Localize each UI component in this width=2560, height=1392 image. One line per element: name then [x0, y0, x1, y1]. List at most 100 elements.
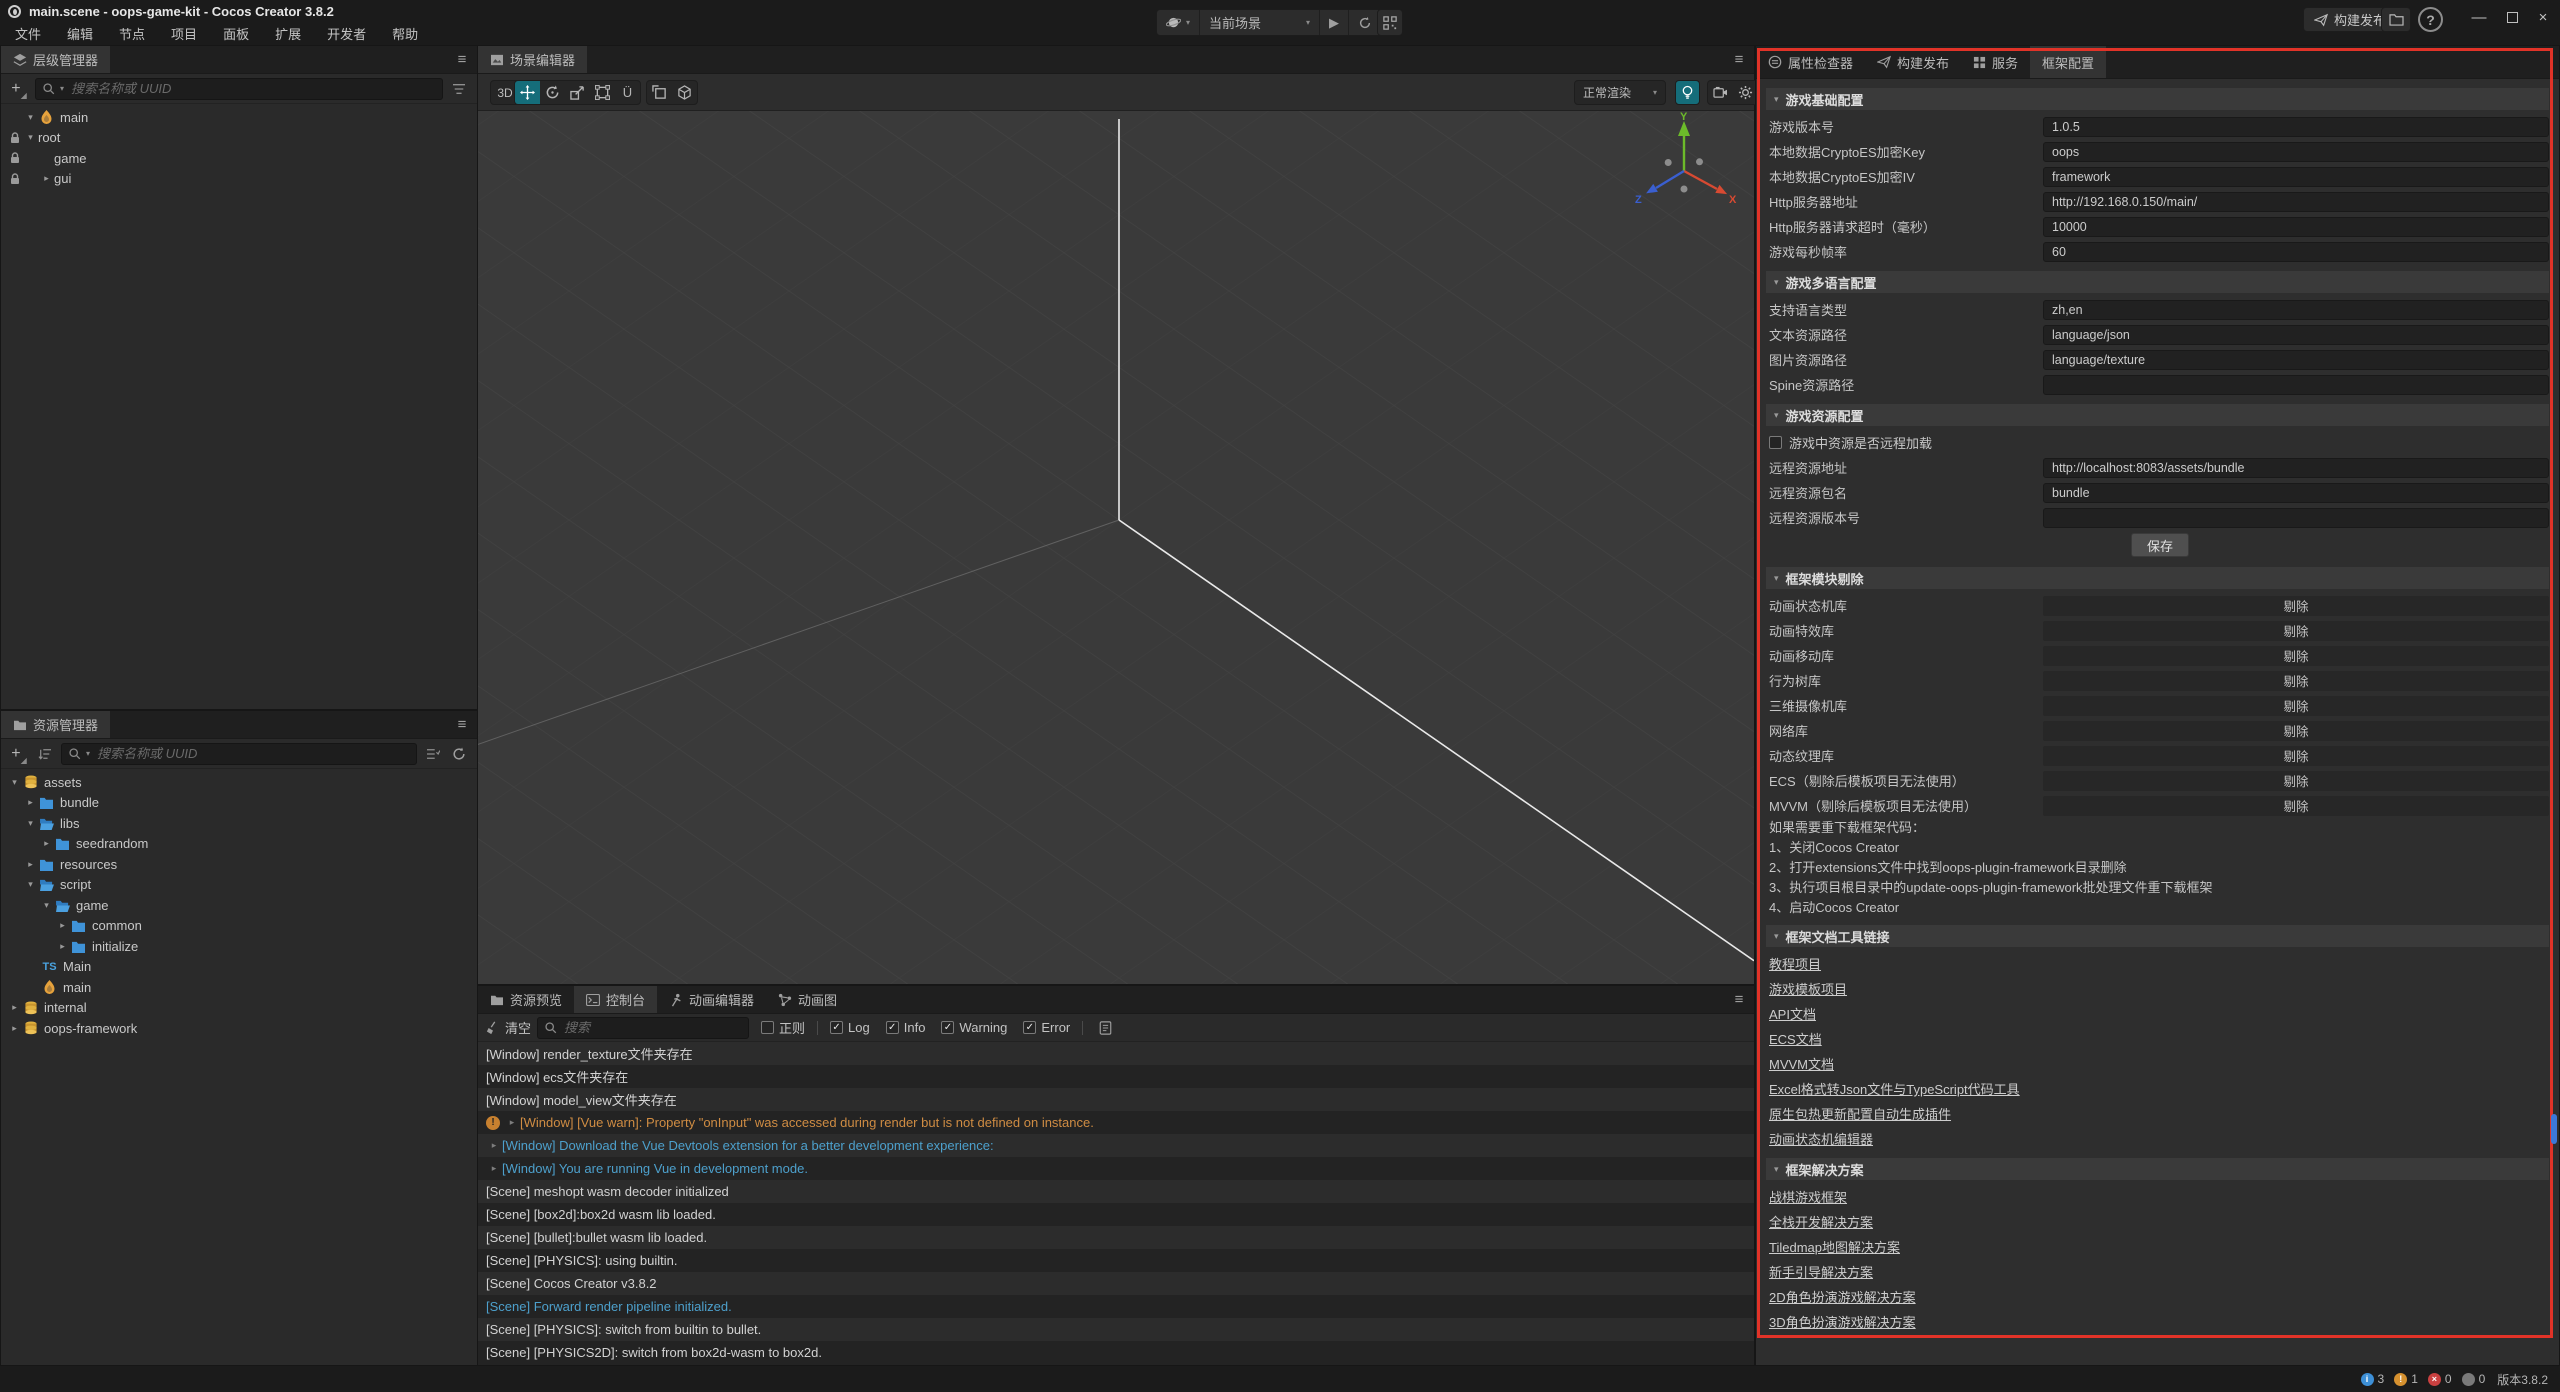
filter-warning[interactable]: Warning: [941, 1020, 1007, 1035]
status-info-counter[interactable]: i3: [2361, 1372, 2385, 1386]
menu-item-编辑[interactable]: 编辑: [54, 22, 106, 45]
scale-tool-button[interactable]: [565, 81, 590, 104]
expander-icon[interactable]: ▸: [23, 797, 38, 808]
scene-select[interactable]: 当前场景 ▾: [1200, 10, 1320, 35]
expander-icon[interactable]: ▾: [7, 777, 22, 788]
doc-link[interactable]: 2D角色扮演游戏解决方案: [1769, 1287, 1916, 1306]
tab-构建发布[interactable]: 构建发布: [1865, 46, 1961, 78]
remove-module-button[interactable]: 剔除: [2043, 646, 2549, 666]
expander-icon[interactable]: ▸: [39, 838, 54, 849]
asset-node[interactable]: ▸resources: [1, 854, 477, 875]
hierarchy-node[interactable]: game: [1, 148, 477, 169]
doc-link[interactable]: 教程项目: [1769, 954, 1821, 973]
menu-item-帮助[interactable]: 帮助: [379, 22, 431, 45]
expander-icon[interactable]: ▸: [39, 173, 54, 184]
remove-module-button[interactable]: 剔除: [2043, 721, 2549, 741]
add-node-button[interactable]: +◢: [9, 78, 29, 100]
doc-link[interactable]: Tiledmap地图解决方案: [1769, 1237, 1900, 1256]
tab-属性检查器[interactable]: 属性检查器: [1756, 46, 1865, 78]
field-input-游戏版本号[interactable]: [2043, 117, 2549, 137]
expander-icon[interactable]: ▸: [7, 1023, 22, 1034]
status-error-counter[interactable]: ×0: [2428, 1372, 2452, 1386]
doc-link[interactable]: 新手引导解决方案: [1769, 1262, 1873, 1281]
assets-menu-button[interactable]: ≡: [447, 711, 477, 738]
filter-log[interactable]: Log: [830, 1020, 870, 1035]
section-header[interactable]: ▾框架解决方案: [1766, 1158, 2549, 1180]
asset-node[interactable]: ▸bundle: [1, 793, 477, 814]
help-button[interactable]: ?: [2418, 7, 2443, 32]
field-input-本地数据CryptoES加密Key[interactable]: [2043, 142, 2549, 162]
close-button[interactable]: ×: [2530, 4, 2556, 30]
section-header[interactable]: ▾游戏多语言配置: [1766, 271, 2549, 293]
doc-link[interactable]: API文档: [1769, 1004, 1816, 1023]
expander-icon[interactable]: ▾: [39, 900, 54, 911]
doc-link[interactable]: 动画状态机编辑器: [1769, 1129, 1873, 1148]
remove-module-button[interactable]: 剔除: [2043, 671, 2549, 691]
asset-node[interactable]: main: [1, 977, 477, 998]
menu-item-文件[interactable]: 文件: [2, 22, 54, 45]
doc-link[interactable]: 原生包热更新配置自动生成插件: [1769, 1104, 1951, 1123]
expander-icon[interactable]: ▸: [55, 941, 70, 952]
field-input-Http服务器地址[interactable]: [2043, 192, 2549, 212]
expander-icon[interactable]: ▸: [7, 1002, 22, 1013]
doc-link[interactable]: 3D角色扮演游戏解决方案: [1769, 1312, 1916, 1331]
field-input-本地数据CryptoES加密IV[interactable]: [2043, 167, 2549, 187]
scene-camera-button[interactable]: [1708, 81, 1733, 104]
remove-module-button[interactable]: 剔除: [2043, 596, 2549, 616]
minimize-button[interactable]: —: [2466, 4, 2492, 30]
inspector-scrollbar-thumb[interactable]: [2551, 1114, 2557, 1144]
asset-node[interactable]: ▾game: [1, 895, 477, 916]
asset-node[interactable]: ▸initialize: [1, 936, 477, 957]
axis-gizmo[interactable]: Y X Z: [1624, 111, 1744, 231]
open-folder-button[interactable]: [2381, 7, 2411, 32]
doc-link[interactable]: ECS文档: [1769, 1029, 1822, 1048]
maximize-button[interactable]: [2499, 4, 2525, 30]
expander-icon[interactable]: ▾: [23, 879, 38, 890]
field-input-支持语言类型[interactable]: [2043, 300, 2549, 320]
lighting-toggle-button[interactable]: [1675, 80, 1700, 105]
checkbox-icon[interactable]: [1769, 436, 1782, 449]
tab-资源预览[interactable]: 资源预览: [478, 986, 574, 1013]
filter-error[interactable]: Error: [1023, 1020, 1070, 1035]
field-input-Spine资源路径[interactable]: [2043, 375, 2549, 395]
doc-link[interactable]: 战棋游戏框架: [1769, 1187, 1847, 1206]
hierarchy-node[interactable]: ▾main: [1, 107, 477, 128]
tab-动画图[interactable]: 动画图: [766, 986, 849, 1013]
asset-node[interactable]: ▾assets: [1, 772, 477, 793]
asset-filter-icon[interactable]: [423, 743, 443, 765]
hierarchy-search-input[interactable]: [69, 80, 436, 97]
expand-log-icon[interactable]: ▸: [486, 1140, 502, 1151]
menu-item-面板[interactable]: 面板: [210, 22, 262, 45]
render-mode-select[interactable]: 正常渲染 ▾: [1574, 80, 1666, 105]
assets-search-input[interactable]: [95, 745, 410, 762]
preview-qr-button[interactable]: [1377, 9, 1403, 36]
tab-服务[interactable]: 服务: [1961, 46, 2030, 78]
expander-icon[interactable]: ▾: [23, 112, 38, 123]
doc-link[interactable]: 全栈开发解决方案: [1769, 1212, 1873, 1231]
asset-node[interactable]: ▸internal: [1, 998, 477, 1019]
status-warning-counter[interactable]: !1: [2394, 1372, 2418, 1386]
remove-module-button[interactable]: 剔除: [2043, 771, 2549, 791]
console-search-input[interactable]: [562, 1019, 742, 1036]
console-menu-button[interactable]: ≡: [1724, 986, 1754, 1013]
field-input-远程资源版本号[interactable]: [2043, 508, 2549, 528]
log-detail-button[interactable]: [1095, 1017, 1115, 1039]
tab-hierarchy[interactable]: 层级管理器: [1, 46, 110, 73]
section-header[interactable]: ▾游戏基础配置: [1766, 88, 2549, 110]
sort-assets-button[interactable]: [35, 743, 55, 765]
move-tool-button[interactable]: [515, 81, 540, 104]
asset-node[interactable]: ▸common: [1, 916, 477, 937]
field-input-Http服务器请求超时（毫秒）[interactable]: [2043, 217, 2549, 237]
menu-item-项目[interactable]: 项目: [158, 22, 210, 45]
asset-node[interactable]: ▸seedrandom: [1, 834, 477, 855]
expand-log-icon[interactable]: ▸: [504, 1117, 520, 1128]
expander-icon[interactable]: ▸: [55, 920, 70, 931]
tab-控制台[interactable]: 控制台: [574, 986, 657, 1013]
pivot-toggle-button[interactable]: [647, 81, 672, 104]
expander-icon[interactable]: ▾: [23, 132, 38, 143]
menu-item-节点[interactable]: 节点: [106, 22, 158, 45]
doc-link[interactable]: MVVM文档: [1769, 1054, 1834, 1073]
scene-viewport[interactable]: Y X Z: [478, 111, 1754, 984]
preview-target-button[interactable]: ▾: [1157, 10, 1200, 35]
status-message-counter[interactable]: 0: [2462, 1372, 2486, 1386]
